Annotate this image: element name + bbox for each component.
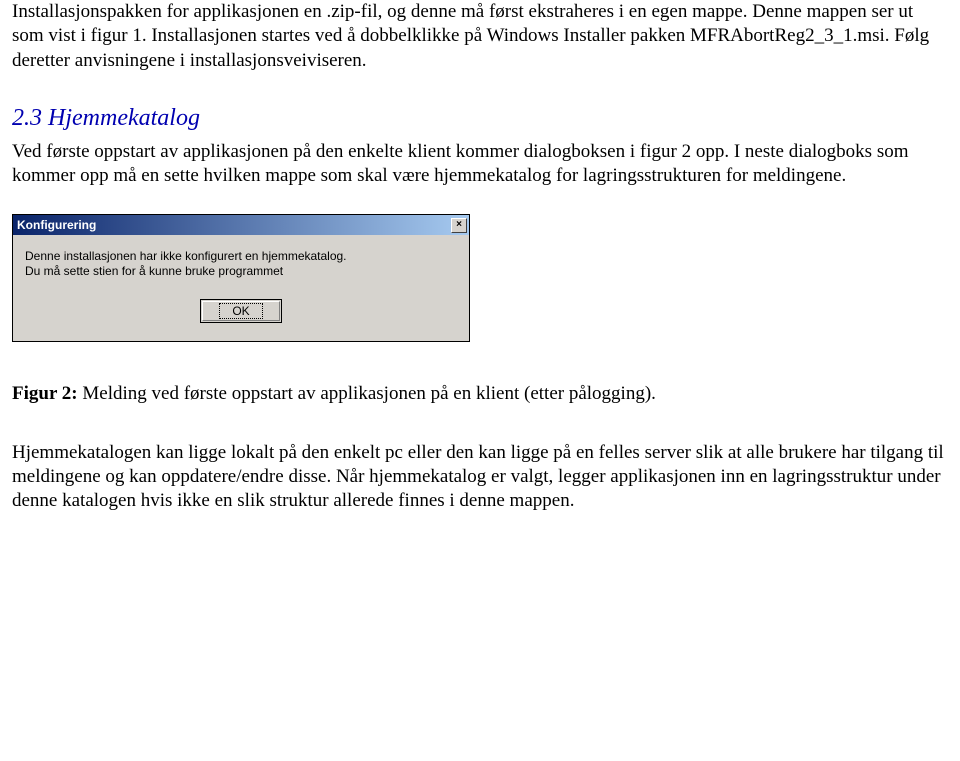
dialog-text: Denne installasjonen har ikke konfigurer…: [25, 249, 457, 279]
paragraph-3: Hjemmekatalogen kan ligge lokalt på den …: [12, 441, 948, 514]
dialog-titlebar: Konfigurering ×: [13, 215, 469, 235]
dialog-window: Konfigurering × Denne installasjonen har…: [12, 214, 470, 342]
figure-caption: Figur 2: Melding ved første oppstart av …: [12, 382, 948, 406]
dialog-button-row: OK: [25, 299, 457, 325]
dialog-title: Konfigurering: [17, 218, 96, 233]
ok-button[interactable]: OK: [200, 299, 282, 323]
paragraph-2: Ved første oppstart av applikasjonen på …: [12, 140, 948, 189]
ok-button-label: OK: [219, 303, 262, 319]
paragraph-1: Installasjonspakken for applikasjonen en…: [12, 0, 948, 73]
dialog-text-line-2: Du må sette stien for å kunne bruke prog…: [25, 264, 457, 279]
figure-block: Konfigurering × Denne installasjonen har…: [12, 214, 948, 406]
figure-caption-label: Figur 2:: [12, 383, 78, 404]
section-heading: 2.3 Hjemmekatalog: [12, 103, 948, 134]
dialog-text-line-1: Denne installasjonen har ikke konfigurer…: [25, 249, 457, 264]
dialog-body: Denne installasjonen har ikke konfigurer…: [13, 235, 469, 341]
figure-caption-text: Melding ved første oppstart av applikasj…: [78, 383, 656, 404]
close-icon[interactable]: ×: [451, 218, 467, 233]
document-page: Installasjonspakken for applikasjonen en…: [0, 0, 960, 550]
